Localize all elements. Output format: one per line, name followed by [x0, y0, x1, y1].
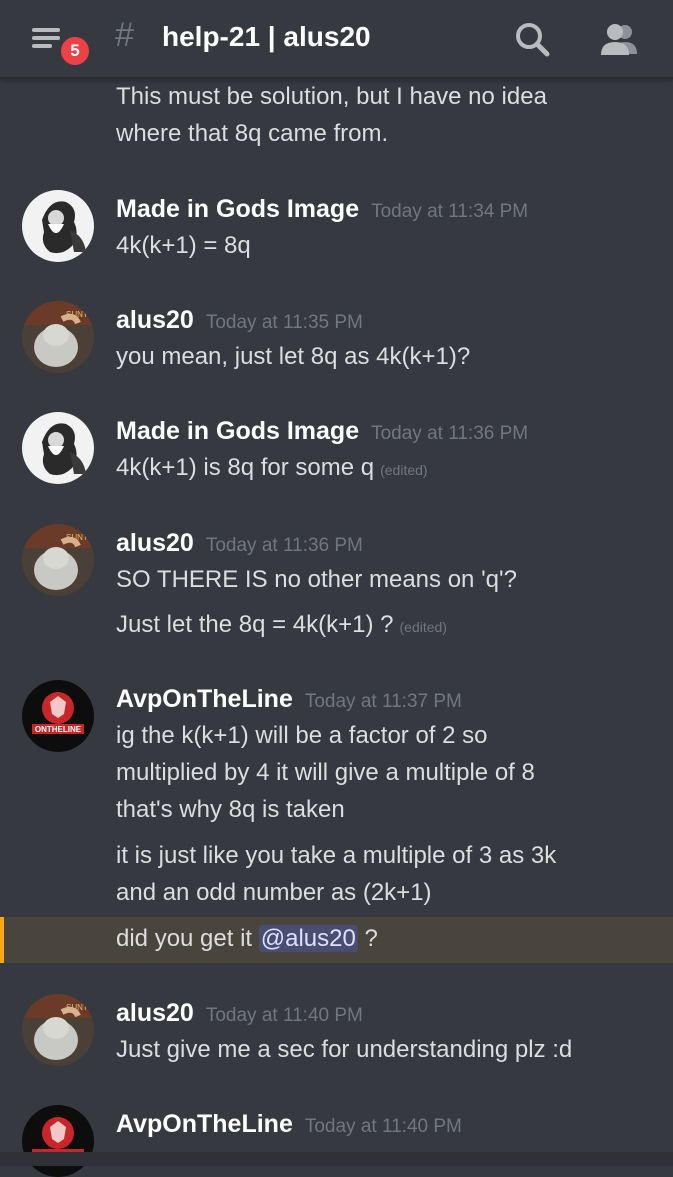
message-text: it is just like you take a multiple of 3…: [116, 842, 557, 869]
avatar-text: ONTHELINE: [35, 725, 82, 734]
message-text: did you get it @alus20 ?: [116, 925, 378, 953]
author-name[interactable]: alus20 Today at 11:36 PM: [116, 529, 363, 558]
author-label[interactable]: AvpOnTheLine: [116, 685, 293, 713]
author-name[interactable]: alus20 Today at 11:40 PM: [116, 999, 363, 1028]
message-text: 4k(k+1) is 8q for some q (edited): [116, 454, 428, 482]
message-text: where that 8q came from.: [116, 120, 389, 147]
user-mention[interactable]: @alus20: [258, 925, 358, 952]
timestamp: Today at 11:37 PM: [304, 691, 462, 712]
menu-line: [32, 44, 52, 48]
author-name[interactable]: alus20 Today at 11:35 PM: [116, 306, 363, 335]
menu-line: [32, 36, 60, 40]
avatar-avpontheline[interactable]: ONTHELINE: [22, 680, 94, 752]
timestamp: Today at 11:36 PM: [371, 423, 529, 444]
message-text: Just give me a sec for understanding plz…: [116, 1036, 573, 1063]
avatar-alus20[interactable]: SUNTRE: [22, 994, 94, 1066]
members-icon[interactable]: [598, 20, 638, 60]
avatar-avpontheline[interactable]: [22, 1105, 94, 1177]
message-text: and an odd number as (2k+1): [116, 879, 432, 906]
message-text-content: ?: [357, 925, 378, 952]
avatar-alus20[interactable]: SUNTRE: [22, 301, 94, 373]
timestamp: Today at 11:36 PM: [205, 535, 363, 556]
author-label[interactable]: Made in Gods Image: [116, 195, 359, 223]
author-label[interactable]: AvpOnTheLine: [116, 1110, 293, 1138]
message-text: SO THERE IS no other means on 'q'?: [116, 566, 517, 593]
timestamp: Today at 11:34 PM: [371, 201, 529, 222]
message-text-content: 4k(k+1) is 8q for some q: [116, 454, 375, 481]
message-text: This must be solution, but I have no ide…: [116, 83, 547, 110]
avatar-made-in-gods-image[interactable]: [22, 190, 94, 262]
message-text: Just let the 8q = 4k(k+1) ? (edited): [116, 611, 447, 639]
avatar-alus20[interactable]: SUNTRE: [22, 524, 94, 596]
message-text-content: did you get it: [116, 925, 259, 952]
author-label[interactable]: alus20: [116, 999, 194, 1027]
notification-badge: 5: [58, 34, 92, 68]
hamburger-menu-button[interactable]: 5: [32, 22, 92, 68]
search-icon[interactable]: [513, 20, 553, 60]
channel-hash-icon: #: [115, 16, 134, 54]
message-text: you mean, just let 8q as 4k(k+1)?: [116, 343, 471, 370]
author-name[interactable]: AvpOnTheLine Today at 11:37 PM: [116, 685, 462, 714]
edited-label: (edited): [399, 619, 447, 635]
timestamp: Today at 11:35 PM: [205, 312, 363, 333]
author-label[interactable]: alus20: [116, 529, 194, 557]
composer-edge: [0, 1152, 673, 1166]
menu-line: [32, 28, 60, 32]
author-name[interactable]: AvpOnTheLine Today at 11:40 PM: [116, 1110, 462, 1139]
timestamp: Today at 11:40 PM: [205, 1005, 363, 1026]
message-list[interactable]: This must be solution, but I have no ide…: [0, 79, 673, 1177]
edited-label: (edited): [380, 462, 428, 478]
message-text: ig the k(k+1) will be a factor of 2 so: [116, 722, 488, 749]
message-text: 4k(k+1) = 8q: [116, 232, 251, 259]
message-text: that's why 8q is taken: [116, 796, 345, 823]
author-label[interactable]: Made in Gods Image: [116, 417, 359, 445]
author-label[interactable]: alus20: [116, 306, 194, 334]
avatar-made-in-gods-image[interactable]: [22, 412, 94, 484]
author-name[interactable]: Made in Gods Image Today at 11:36 PM: [116, 417, 528, 446]
timestamp: Today at 11:40 PM: [304, 1116, 462, 1137]
author-name[interactable]: Made in Gods Image Today at 11:34 PM: [116, 195, 528, 224]
channel-header: 5 # help-21 | alus20: [0, 0, 673, 79]
channel-title: help-21 | alus20: [162, 21, 371, 52]
message-text-content: Just let the 8q = 4k(k+1) ?: [116, 611, 394, 638]
message-text: multiplied by 4 it will give a multiple …: [116, 759, 535, 786]
